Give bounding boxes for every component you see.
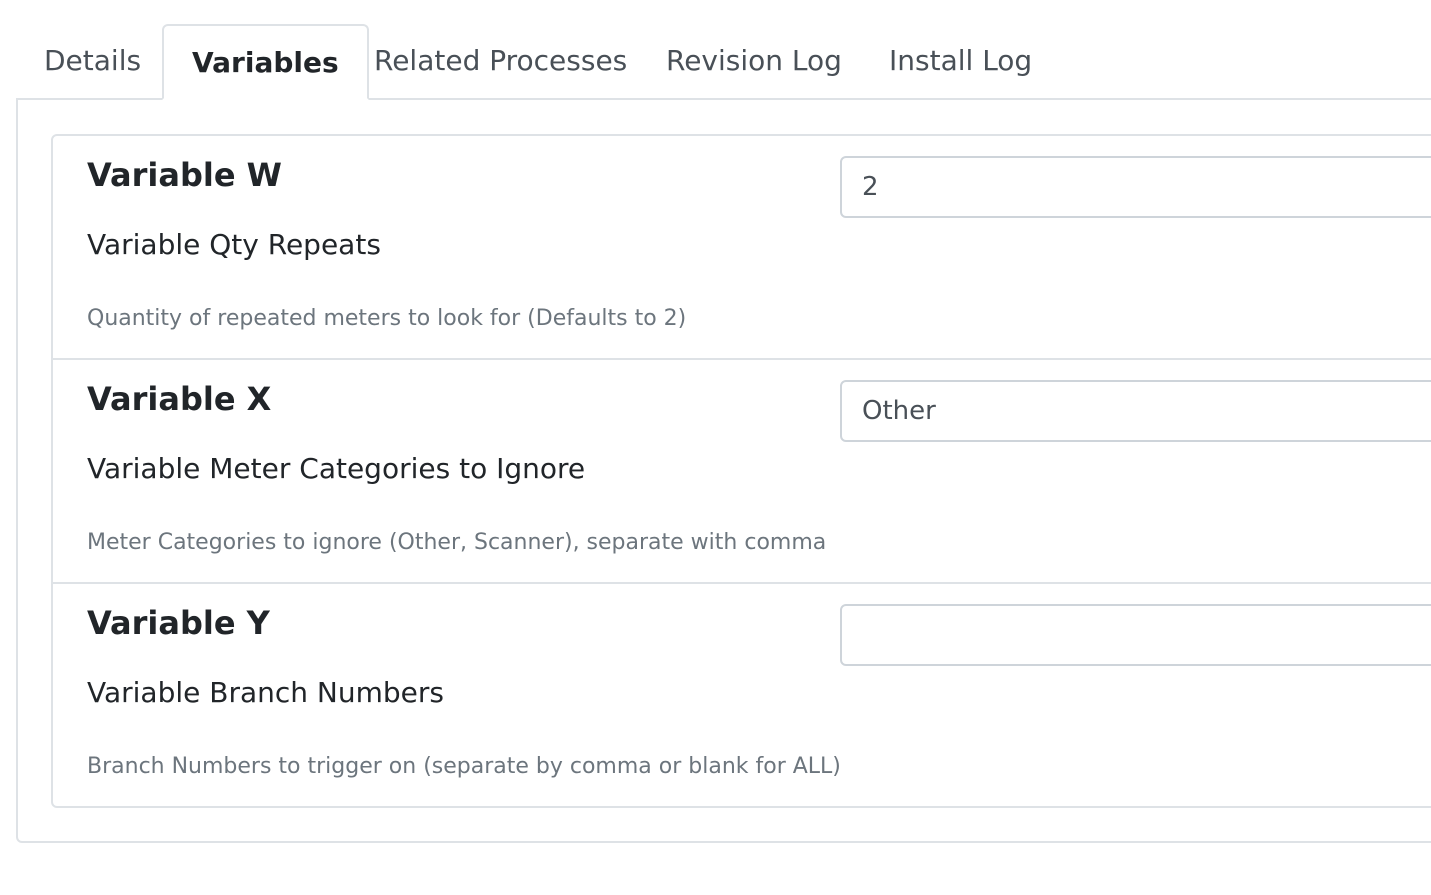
variable-title: Variable X — [87, 380, 272, 418]
tab-install-log[interactable]: Install Log — [861, 24, 1060, 98]
tab-variables[interactable]: Variables — [162, 24, 369, 100]
tab-bar: Details Variables Related Processes Revi… — [16, 24, 1431, 100]
variables-list: Variable W Variable Qty Repeats Quantity… — [51, 134, 1431, 808]
variable-row-x: Variable X Variable Meter Categories to … — [53, 358, 1431, 582]
variable-w-input[interactable] — [840, 156, 1431, 218]
tab-details[interactable]: Details — [16, 24, 169, 98]
variable-x-input[interactable] — [840, 380, 1431, 442]
variable-title: Variable Y — [87, 604, 270, 642]
variable-help-text: Quantity of repeated meters to look for … — [87, 306, 687, 331]
tab-revision-log[interactable]: Revision Log — [638, 24, 870, 98]
variable-row-y: Variable Y Variable Branch Numbers Branc… — [53, 582, 1431, 806]
tab-related-processes[interactable]: Related Processes — [346, 24, 655, 98]
variable-help-text: Meter Categories to ignore (Other, Scann… — [87, 530, 827, 555]
variable-title: Variable W — [87, 156, 282, 194]
variable-label: Variable Meter Categories to Ignore — [87, 452, 586, 485]
variable-label: Variable Branch Numbers — [87, 676, 444, 709]
variable-help-text: Branch Numbers to trigger on (separate b… — [87, 754, 841, 779]
variable-label: Variable Qty Repeats — [87, 228, 381, 261]
variable-y-input[interactable] — [840, 604, 1431, 666]
variable-row-w: Variable W Variable Qty Repeats Quantity… — [53, 136, 1431, 360]
